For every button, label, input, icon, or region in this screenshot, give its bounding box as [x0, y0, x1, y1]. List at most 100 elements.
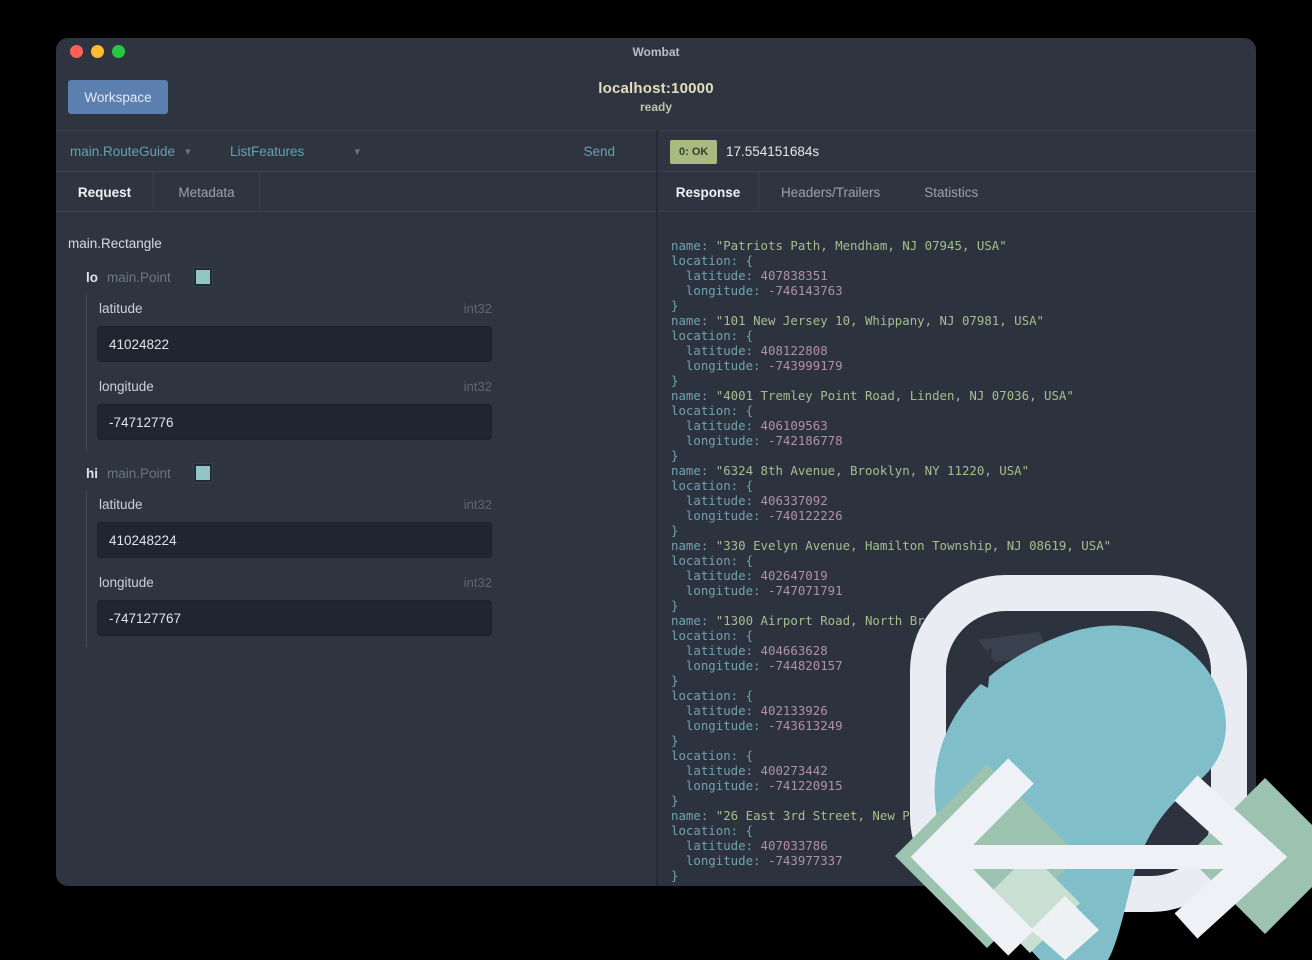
response-line: name: " [671, 883, 1256, 886]
field-label: longitude [99, 379, 154, 394]
status-badge: 0: OK [670, 140, 718, 164]
service-select-value: main.RouteGuide [70, 143, 176, 159]
response-line: latitude: 407033786 [671, 838, 828, 853]
response-line: latitude: 402647019 [671, 568, 828, 583]
field-name: hi [86, 465, 98, 481]
response-line: } [671, 868, 679, 883]
connection-status: ready [639, 100, 673, 114]
service-select[interactable]: main.RouteGuide ▾ [70, 131, 191, 171]
hi-latitude-input[interactable] [97, 522, 492, 558]
field-label: latitude [99, 497, 143, 512]
response-line: location: { [671, 253, 754, 268]
response-line: longitude: -746143763 [671, 283, 843, 298]
header: Workspace localhost:10000 ready [56, 66, 1256, 130]
response-line: location: { [671, 628, 754, 643]
server-address: localhost:10000 [598, 80, 714, 97]
response-line: latitude: 400273442 [671, 763, 828, 778]
response-line: location: { [671, 748, 754, 763]
response-line: name: "26 East 3rd Street, New Pr [671, 808, 918, 823]
field-checkbox-hi[interactable] [193, 463, 213, 483]
toolbar-left: main.RouteGuide ▾ ListFeatures ▾ Send [56, 131, 656, 171]
field-kind: int32 [463, 301, 492, 316]
tab-request[interactable]: Request [56, 172, 154, 213]
field-label-row: latitude int32 [99, 497, 492, 513]
response-line: longitude: -741220915 [671, 778, 843, 793]
chevron-down-icon: ▾ [185, 145, 191, 158]
response-line: name: "101 New Jersey 10, Whippany, NJ 0… [671, 313, 1044, 328]
tab-headers-trailers[interactable]: Headers/Trailers [759, 172, 902, 212]
field-kind: int32 [463, 379, 492, 394]
field-checkbox-lo[interactable] [193, 267, 213, 287]
response-body: name: "Patriots Path, Mendham, NJ 07945,… [658, 212, 1256, 886]
response-line: location: { [671, 478, 754, 493]
response-line: latitude: 406337092 [671, 493, 828, 508]
app-window: Wombat Workspace localhost:10000 ready m… [56, 38, 1256, 886]
response-line: name: "Patriots Path, Mendham, NJ 07945,… [671, 238, 1007, 253]
field-kind: int32 [463, 497, 492, 512]
field-label-row: latitude int32 [99, 301, 492, 317]
response-line: location: { [671, 688, 754, 703]
tab-response[interactable]: Response [658, 172, 759, 213]
chevron-down-icon: ▾ [354, 145, 360, 158]
response-line: latitude: 406109563 [671, 418, 828, 433]
lo-longitude-input[interactable] [97, 404, 492, 440]
response-line: name: "6324 8th Avenue, Brooklyn, NY 112… [671, 463, 1030, 478]
response-line: longitude: -747071791 [671, 583, 843, 598]
response-line: latitude: 408122808 [671, 343, 828, 358]
response-line: longitude: -743977337 [671, 853, 843, 868]
method-select[interactable]: ListFeatures ▾ [230, 131, 360, 171]
titlebar: Wombat [56, 38, 1256, 66]
field-row-hi: hi main.Point [86, 463, 286, 483]
response-line: latitude: 402133926 [671, 703, 828, 718]
field-row-lo: lo main.Point [86, 267, 286, 287]
request-panel: main.Rectangle lo main.Point latitude in… [56, 212, 656, 886]
response-line: latitude: 407838351 [671, 268, 828, 283]
response-line: longitude: -743613249 [671, 718, 843, 733]
method-select-value: ListFeatures [230, 143, 305, 159]
response-panel: name: "Patriots Path, Mendham, NJ 07945,… [658, 212, 1256, 886]
message-type-label: main.Rectangle [68, 236, 162, 251]
response-line: } [671, 733, 679, 748]
response-line: } [671, 373, 679, 388]
field-kind: int32 [463, 575, 492, 590]
tab-metadata[interactable]: Metadata [154, 172, 260, 212]
response-line: location: { [671, 403, 754, 418]
response-line: longitude: -744820157 [671, 658, 843, 673]
window-title: Wombat [632, 45, 680, 59]
field-label: longitude [99, 575, 154, 590]
response-line: location: { [671, 823, 754, 838]
response-tabs: Response Headers/Trailers Statistics [658, 172, 1256, 213]
field-type: main.Point [107, 465, 171, 481]
response-line: name: "330 Evelyn Avenue, Hamilton Towns… [671, 538, 1112, 553]
hi-longitude-input[interactable] [97, 600, 492, 636]
response-line: longitude: -742186778 [671, 433, 843, 448]
field-type: main.Point [107, 269, 171, 285]
response-line: name: "1300 Airport Road, North Br [671, 613, 925, 628]
lo-latitude-input[interactable] [97, 326, 492, 362]
response-line: } [671, 598, 679, 613]
field-group-lo: latitude int32 longitude int32 [86, 295, 502, 451]
response-line: name: "4001 Tremley Point Road, Linden, … [671, 388, 1074, 403]
field-label-row: longitude int32 [99, 575, 492, 591]
response-line: } [671, 298, 679, 313]
tab-statistics[interactable]: Statistics [902, 172, 1000, 212]
request-tabs: Request Metadata [56, 172, 656, 213]
response-line: location: { [671, 553, 754, 568]
field-name: lo [86, 269, 98, 285]
response-line: location: { [671, 328, 754, 343]
response-line: longitude: -740122226 [671, 508, 843, 523]
send-button[interactable]: Send [577, 131, 621, 171]
response-line: longitude: -743999179 [671, 358, 843, 373]
screen: { "window": { "title": "Wombat" }, "head… [0, 0, 1312, 960]
response-line: } [671, 673, 679, 688]
field-label-row: longitude int32 [99, 379, 492, 395]
toolbar-right: 0: OK 17.554151684s [658, 131, 1256, 171]
response-line: latitude: 404663628 [671, 643, 828, 658]
field-group-hi: latitude int32 longitude int32 [86, 491, 502, 647]
duration-label: 17.554151684s [726, 143, 820, 159]
response-line: } [671, 523, 679, 538]
response-line: } [671, 793, 679, 808]
field-label: latitude [99, 301, 143, 316]
connection-info: localhost:10000 ready [56, 80, 1256, 114]
response-line: } [671, 448, 679, 463]
